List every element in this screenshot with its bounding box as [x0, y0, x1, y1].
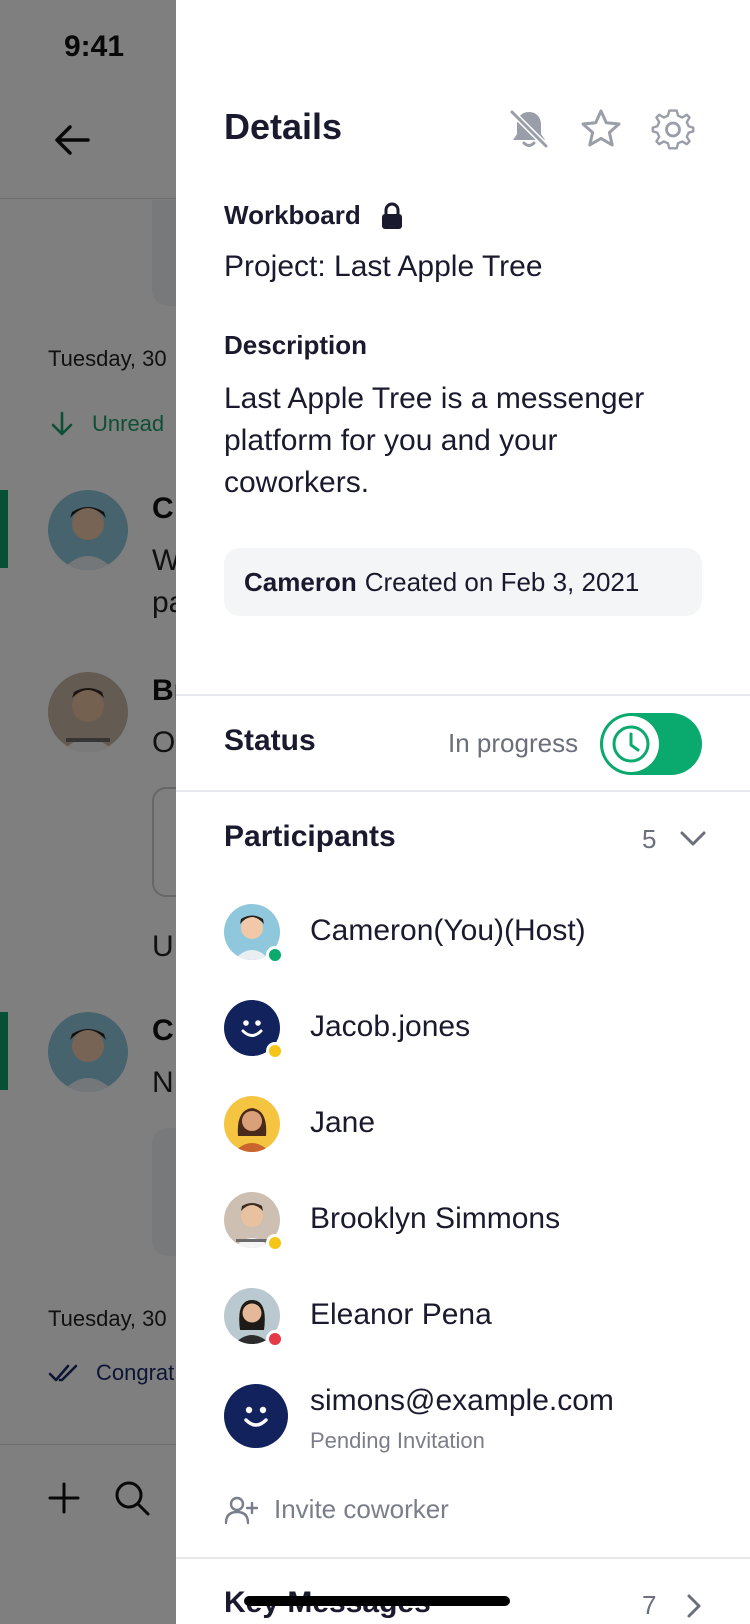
- bell-off-icon[interactable]: [506, 106, 552, 152]
- participant-row[interactable]: Jacob.jones: [224, 1000, 704, 1060]
- creator-name: Cameron: [244, 566, 357, 597]
- clock-icon: [612, 725, 650, 763]
- participant-row[interactable]: Brooklyn Simmons: [224, 1192, 704, 1252]
- workboard-name: Project: Last Apple Tree: [224, 250, 543, 283]
- modal-backdrop[interactable]: [0, 0, 176, 1624]
- add-user-icon: [224, 1496, 258, 1524]
- description-label: Description: [224, 330, 368, 360]
- status-value: In progress: [448, 728, 579, 758]
- pending-participant-row[interactable]: simons@example.com Pending Invitation: [224, 1384, 704, 1464]
- details-panel: Details Workboard Project: Last Apple Tr…: [176, 0, 750, 1624]
- participant-name: Eleanor Pena: [310, 1298, 492, 1331]
- smiley-icon: [244, 1406, 268, 1427]
- pending-invitation-label: Pending Invitation: [310, 1428, 485, 1453]
- star-icon[interactable]: [578, 106, 624, 152]
- presence-busy-dot: [266, 1330, 284, 1348]
- avatar: [224, 1096, 280, 1152]
- participant-name: Brooklyn Simmons: [310, 1202, 561, 1235]
- participants-count: 5: [642, 824, 657, 854]
- created-info-box: Cameron Created on Feb 3, 2021: [224, 548, 702, 616]
- toggle-knob: [603, 716, 659, 772]
- chevron-down-icon[interactable]: [678, 826, 708, 850]
- participant-name: Jacob.jones: [310, 1010, 471, 1043]
- presence-away-dot: [266, 1234, 284, 1252]
- status-toggle[interactable]: [600, 713, 702, 775]
- presence-away-dot: [266, 1042, 284, 1060]
- participants-label: Participants: [224, 820, 396, 853]
- key-messages-count: 7: [642, 1590, 657, 1620]
- participant-email: simons@example.com: [310, 1384, 614, 1417]
- panel-title: Details: [224, 106, 343, 147]
- description-text: Last Apple Tree is a messenger platform …: [224, 382, 645, 499]
- lock-icon: [381, 202, 402, 229]
- created-date: Created on Feb 3, 2021: [364, 566, 640, 597]
- status-label: Status: [224, 724, 316, 757]
- section-divider: [176, 790, 750, 792]
- participant-row[interactable]: Cameron(You)(Host): [224, 904, 704, 964]
- presence-online-dot: [266, 946, 284, 964]
- participant-row[interactable]: Jane: [224, 1096, 704, 1156]
- participant-name: Cameron(You)(Host): [310, 914, 586, 947]
- avatar-placeholder: [224, 1384, 288, 1448]
- section-divider: [176, 694, 750, 696]
- participant-name: Jane: [310, 1106, 376, 1139]
- workboard-label: Workboard: [224, 200, 361, 230]
- chevron-right-icon[interactable]: [684, 1592, 704, 1620]
- invite-coworker-button[interactable]: Invite coworker: [224, 1494, 449, 1525]
- workboard-label-row: Workboard: [224, 200, 405, 231]
- home-indicator[interactable]: [244, 1596, 510, 1606]
- section-divider: [176, 1557, 750, 1559]
- participant-row[interactable]: Eleanor Pena: [224, 1288, 704, 1348]
- gear-icon[interactable]: [650, 106, 696, 152]
- invite-label: Invite coworker: [274, 1494, 449, 1524]
